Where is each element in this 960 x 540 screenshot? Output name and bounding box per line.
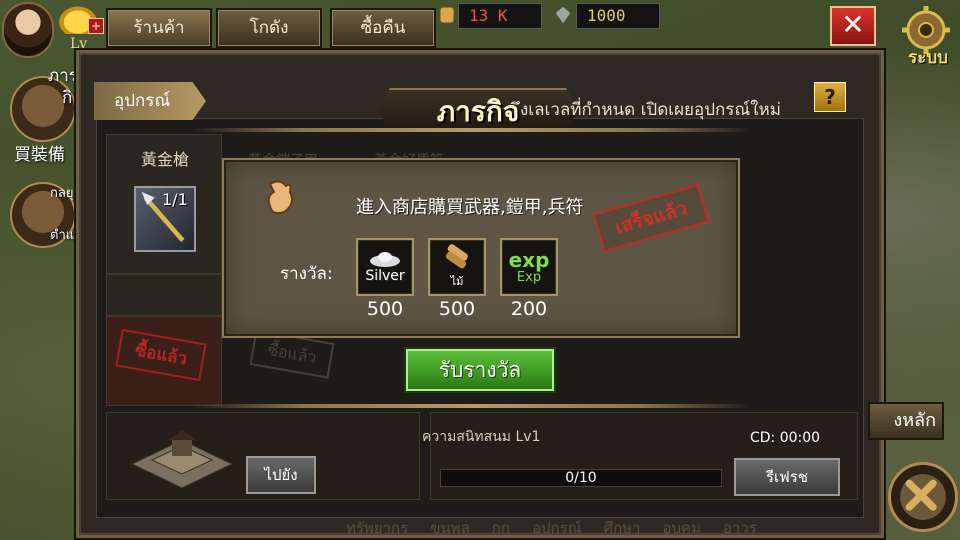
- money-bag-icon: [267, 180, 293, 215]
- exp-icon: exp Exp: [505, 243, 553, 291]
- footer-tab-7[interactable]: อาวร: [723, 516, 757, 540]
- mission-description: 進入商店購買武器,鎧甲,兵符: [356, 197, 584, 218]
- reward-exp-label: exp: [508, 247, 550, 272]
- main-city-button[interactable]: งหลัก: [868, 402, 944, 440]
- close-shop-button[interactable]: ✕: [830, 6, 876, 46]
- goto-button[interactable]: ไปยัง: [246, 456, 316, 494]
- footer-tab-5[interactable]: ศึกษา: [604, 516, 641, 540]
- footer-tab-3[interactable]: กก: [492, 516, 510, 540]
- tab-buyback[interactable]: ซื้อคืน: [330, 8, 436, 48]
- divider-top: [192, 128, 752, 132]
- item-count: 1/1: [162, 190, 188, 209]
- reward-slot-wood[interactable]: ไม้: [428, 238, 486, 296]
- red-resource-value: 13 K: [458, 3, 542, 29]
- reward-wood-label: ไม้: [450, 275, 464, 288]
- reward-wood-value: 500: [438, 298, 476, 320]
- footer-tab-1[interactable]: ทรัพยากร: [346, 516, 408, 540]
- top-bar: Lv + ร้านค้า โกดัง ซื้อคืน 13 K 1000 ✕ ร…: [0, 0, 960, 68]
- refresh-button[interactable]: รีเฟรช: [734, 458, 840, 496]
- reward-exp-sublabel: Exp: [516, 269, 542, 285]
- gold-resource-value: 1000: [576, 3, 660, 29]
- tab-warehouse[interactable]: โกดัง: [216, 8, 322, 48]
- wood-log-icon: ไม้: [433, 243, 481, 291]
- silver-ingot-icon: Silver: [361, 243, 409, 291]
- close-icon: [905, 479, 937, 511]
- help-button[interactable]: ?: [814, 82, 846, 112]
- tab-equipment[interactable]: อุปกรณ์: [94, 82, 206, 120]
- friendship-label: ความสนิทสนม Lv1: [422, 429, 541, 445]
- footer-tab-2[interactable]: ขุนพล: [430, 516, 470, 540]
- side-label-quest-2: กิ: [62, 88, 73, 108]
- divider-bottom: [192, 404, 752, 408]
- side-label-buy-equip: 買裝備: [14, 145, 65, 165]
- footer-tab-4[interactable]: อุปกรณ์: [532, 516, 582, 540]
- reward-slot-silver[interactable]: Silver: [356, 238, 414, 296]
- reward-label: รางวัล:: [280, 264, 333, 284]
- reward-silver-value: 500: [366, 298, 404, 320]
- side-label-strategy: กลยุ: [50, 186, 74, 201]
- food-icon: [439, 6, 455, 24]
- item-name: 黃金槍: [140, 150, 189, 169]
- gem-icon: [554, 5, 572, 25]
- player-avatar[interactable]: [2, 2, 54, 58]
- tab-shop[interactable]: ร้านค้า: [106, 8, 212, 48]
- reward-slot-exp[interactable]: exp Exp: [500, 238, 558, 296]
- footer-tabs: ทรัพยากร ขุนพล กก อุปกรณ์ ศึกษา อบคม อาว…: [346, 516, 757, 540]
- close-panel-button[interactable]: [888, 462, 958, 532]
- claim-reward-button[interactable]: รับรางวัล: [406, 349, 554, 391]
- footer-tab-6[interactable]: อบคม: [662, 516, 700, 540]
- system-label[interactable]: ระบบ: [896, 44, 960, 71]
- reward-exp-value: 200: [510, 298, 548, 320]
- reward-silver-label: Silver: [365, 268, 405, 284]
- progress-text: 0/10: [565, 470, 597, 486]
- add-gold-button[interactable]: +: [88, 18, 104, 34]
- fortress-icon: [130, 430, 234, 489]
- cooldown-label: CD: 00:00: [750, 430, 821, 446]
- panel-hint: ึงเลเวลที่กำหนด เปิดเผยอุปกรณ์ใหม่: [520, 100, 781, 120]
- item-cell-empty: [106, 274, 222, 316]
